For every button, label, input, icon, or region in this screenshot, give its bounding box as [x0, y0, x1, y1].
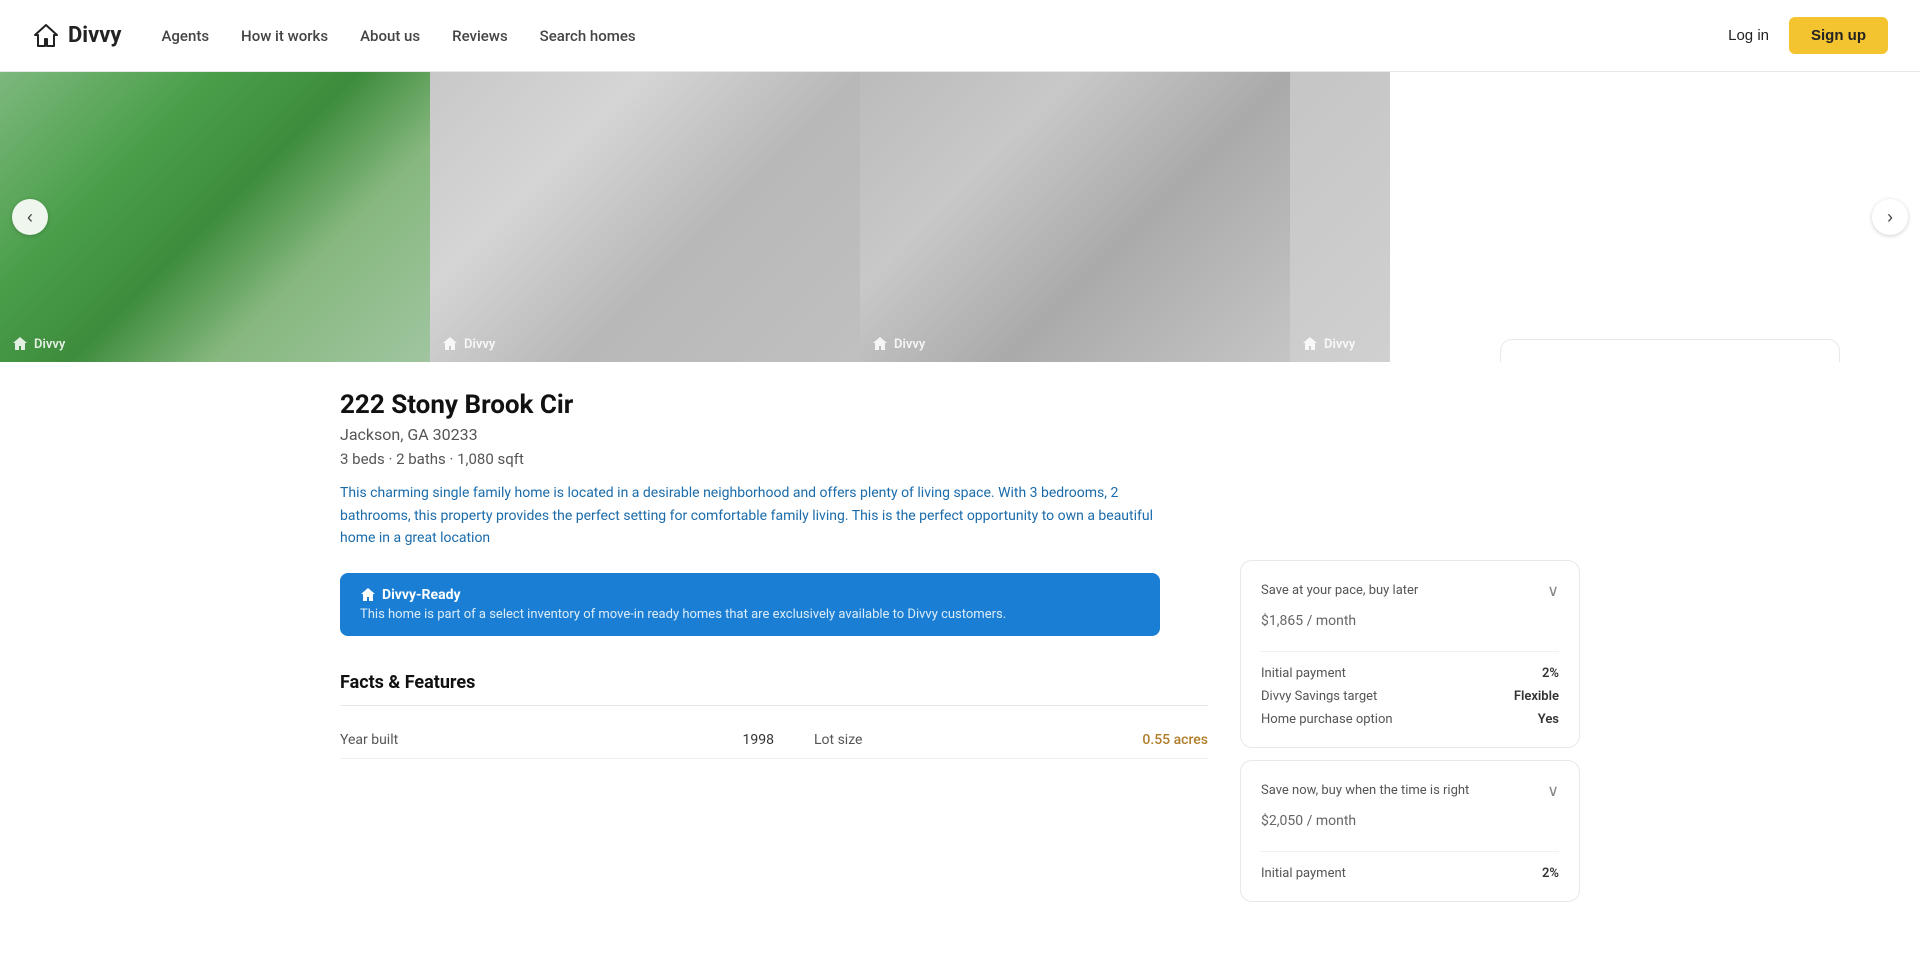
property-description: This charming single family home is loca…: [340, 482, 1160, 549]
fact-label-lot: Lot size: [814, 732, 862, 748]
price-label: Home price: [1521, 360, 1819, 362]
divvy-watermark-icon-1: [12, 336, 28, 352]
gallery-watermark-3: Divvy: [872, 336, 925, 352]
favorite-icon[interactable]: [1797, 360, 1819, 362]
nav-actions: Log in Sign up: [1728, 17, 1888, 54]
gallery-prev-button[interactable]: ‹: [12, 199, 48, 235]
gallery-watermark-1: Divvy: [12, 336, 65, 352]
payment-detail-row-purchase: Home purchase option Yes: [1261, 712, 1559, 727]
payment-card-save-now: Save now, buy when the time is right ∨ $…: [1240, 760, 1580, 902]
gallery-image-3: Divvy: [860, 72, 1290, 362]
property-city: Jackson, GA 30233: [340, 425, 1208, 444]
property-address: 222 Stony Brook Cir: [340, 390, 1208, 421]
login-button[interactable]: Log in: [1728, 27, 1769, 44]
payment-detail-row-initial: Initial payment 2%: [1261, 666, 1559, 681]
nav-how-it-works[interactable]: How it works: [241, 27, 328, 45]
signup-button[interactable]: Sign up: [1789, 17, 1888, 54]
gallery-watermark-4: Divvy: [1302, 336, 1355, 352]
facts-title: Facts & Features: [340, 672, 1208, 706]
divvy-ready-icon: [360, 587, 376, 603]
payment-detail-row-savings: Divvy Savings target Flexible: [1261, 689, 1559, 704]
fact-value-year: 1998: [743, 732, 774, 748]
photo-gallery: ‹ Divvy Divvy Divvy: [0, 72, 1920, 362]
chevron-down-icon-1: ∨: [1547, 581, 1559, 600]
payment-title-save-pace: Save at your pace, buy later: [1261, 583, 1418, 598]
logo-text: Divvy: [68, 23, 121, 48]
gallery-image-4: Divvy: [1290, 72, 1390, 362]
payment-amount-save-pace: $1,865 / month: [1261, 606, 1559, 631]
facts-section: Facts & Features Year built 1998 Lot siz…: [340, 672, 1208, 759]
logo[interactable]: Divvy: [32, 22, 121, 50]
gallery-next-button[interactable]: ›: [1872, 199, 1908, 235]
divvy-ready-title: Divvy-Ready: [360, 587, 1140, 603]
payment-header-save-now[interactable]: Save now, buy when the time is right ∨: [1261, 781, 1559, 800]
nav-about-us[interactable]: About us: [360, 27, 420, 45]
nav-search-homes[interactable]: Search homes: [540, 27, 636, 45]
fact-value-lot: 0.55 acres: [1142, 732, 1208, 748]
gallery-watermark-2: Divvy: [442, 336, 495, 352]
chevron-down-icon-2: ∨: [1547, 781, 1559, 800]
fact-row-lot: Lot size 0.55 acres: [774, 722, 1208, 759]
gallery-image-1: Divvy: [0, 72, 430, 362]
divvy-ready-subtitle: This home is part of a select inventory …: [360, 607, 1140, 622]
divvy-watermark-icon-4: [1302, 336, 1318, 352]
payment-header-save-pace[interactable]: Save at your pace, buy later ∨: [1261, 581, 1559, 600]
nav-agents[interactable]: Agents: [161, 27, 209, 45]
divvy-watermark-icon-2: [442, 336, 458, 352]
price-card: Home price $209,500 Get pre-qualified: [1500, 339, 1840, 362]
sidebar-panel: Save at your pace, buy later ∨ $1,865 / …: [1240, 390, 1580, 914]
payment-card-save-pace: Save at your pace, buy later ∨ $1,865 / …: [1240, 560, 1580, 748]
facts-grid: Year built 1998 Lot size 0.55 acres: [340, 722, 1208, 759]
property-specs: 3 beds · 2 baths · 1,080 sqft: [340, 450, 1208, 468]
price-card-overlay: Home price $209,500 Get pre-qualified: [1500, 339, 1840, 362]
logo-icon: [32, 22, 60, 50]
property-details-section: 222 Stony Brook Cir Jackson, GA 30233 3 …: [340, 390, 1208, 914]
navbar: Divvy Agents How it works About us Revie…: [0, 0, 1920, 72]
payment-details-save-pace: Initial payment 2% Divvy Savings target …: [1261, 645, 1559, 727]
payment-title-save-now: Save now, buy when the time is right: [1261, 783, 1469, 798]
fact-row-year: Year built 1998: [340, 722, 774, 759]
nav-links: Agents How it works About us Reviews Sea…: [161, 27, 1728, 45]
fact-label-year: Year built: [340, 732, 398, 748]
nav-reviews[interactable]: Reviews: [452, 27, 508, 45]
divvy-ready-banner: Divvy-Ready This home is part of a selec…: [340, 573, 1160, 636]
payment-details-save-now: Initial payment 2%: [1261, 845, 1559, 881]
divvy-watermark-icon-3: [872, 336, 888, 352]
payment-amount-save-now: $2,050 / month: [1261, 806, 1559, 831]
payment-detail-row-initial-2: Initial payment 2%: [1261, 866, 1559, 881]
gallery-image-2: Divvy: [430, 72, 860, 362]
content-wrapper: 222 Stony Brook Cir Jackson, GA 30233 3 …: [260, 362, 1660, 954]
